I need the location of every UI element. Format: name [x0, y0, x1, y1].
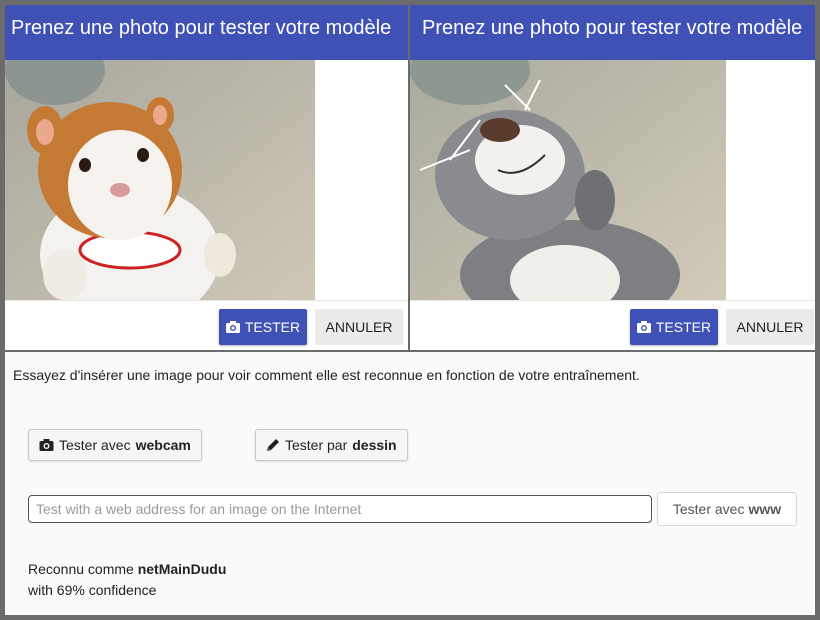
camera-icon: [39, 439, 54, 451]
tester-button-label: TESTER: [244, 319, 301, 335]
test-webcam-button[interactable]: Tester avec webcam: [28, 429, 202, 461]
divider: [410, 300, 815, 301]
webcam-panel-right: Prenez une photo pour tester votre modèl…: [410, 5, 815, 350]
test-drawing-prefix: Tester par: [285, 437, 348, 453]
result-confidence: with 69% confidence: [28, 582, 157, 598]
test-www-bold: www: [748, 501, 782, 517]
divider: [5, 300, 408, 301]
grey-plush-image: [410, 60, 726, 300]
result-prefix: Reconnu comme: [28, 561, 134, 577]
camera-icon: [636, 321, 651, 333]
test-webcam-prefix: Tester avec: [59, 437, 131, 453]
webcam-panel-left: Prenez une photo pour tester votre modèl…: [5, 5, 408, 350]
annuler-button[interactable]: ANNULER: [315, 309, 403, 345]
panel-header: Prenez une photo pour tester votre modèl…: [410, 5, 815, 60]
webcam-photo-grey-plush: [410, 60, 726, 300]
tester-button[interactable]: TESTER: [219, 309, 307, 345]
pencil-icon: [266, 438, 280, 452]
webcam-photo-hamster: [5, 60, 315, 300]
annuler-button[interactable]: ANNULER: [726, 309, 814, 345]
test-drawing-button[interactable]: Tester par dessin: [255, 429, 408, 461]
result-label: netMainDudu: [137, 561, 227, 577]
annuler-button-label: ANNULER: [736, 319, 804, 335]
tester-button[interactable]: TESTER: [630, 309, 718, 345]
test-www-button[interactable]: Tester avec www: [657, 492, 797, 526]
test-section: Essayez d'insérer une image pour voir co…: [5, 352, 815, 615]
recognition-result: Reconnu comme netMainDudu with 69% confi…: [28, 559, 226, 601]
annuler-button-label: ANNULER: [325, 319, 393, 335]
test-intro-text: Essayez d'insérer une image pour voir co…: [13, 367, 640, 383]
image-url-input[interactable]: [28, 495, 652, 523]
camera-icon: [225, 321, 240, 333]
test-drawing-bold: dessin: [352, 437, 397, 453]
test-webcam-bold: webcam: [135, 437, 191, 453]
panel-header: Prenez une photo pour tester votre modèl…: [5, 5, 408, 60]
tester-button-label: TESTER: [655, 319, 712, 335]
test-www-prefix: Tester avec: [672, 501, 745, 517]
hamster-plush-image: [5, 60, 315, 300]
